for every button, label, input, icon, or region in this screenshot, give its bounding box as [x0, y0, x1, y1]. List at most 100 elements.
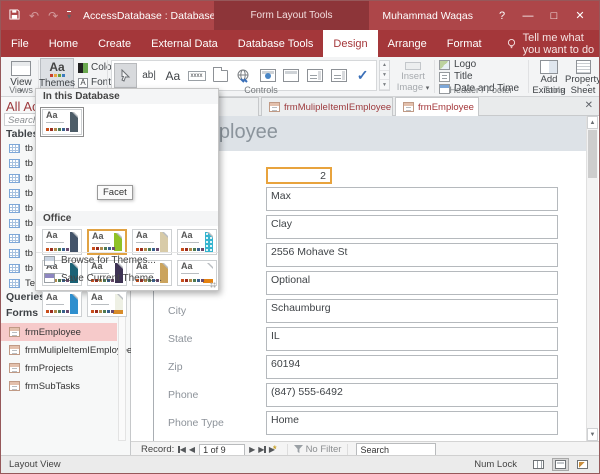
lightbulb-icon: [506, 38, 517, 49]
user-name[interactable]: Muhammad Waqas: [382, 10, 473, 22]
quick-access-toolbar: ↶ ↷ ▾: [9, 1, 71, 30]
form-field-value[interactable]: Clay: [266, 215, 558, 239]
form-icon: [9, 381, 20, 391]
nav-form-item[interactable]: frmProjects: [1, 359, 117, 377]
table-icon: [9, 279, 20, 288]
form-field-value[interactable]: Max: [266, 187, 558, 211]
next-record-icon[interactable]: ▶: [249, 446, 255, 454]
logo-button[interactable]: Logo: [439, 59, 476, 70]
scrollbar-thumb[interactable]: [588, 130, 597, 178]
first-record-icon[interactable]: ◀: [178, 446, 186, 454]
minimize-button[interactable]: —: [515, 1, 541, 30]
form-view-button[interactable]: [530, 458, 547, 471]
nav-form-item[interactable]: frmMulipleItemIEmployee: [1, 341, 117, 359]
header-footer-group-label: Header / Footer: [436, 85, 526, 95]
doc-tab[interactable]: frmEmployee: [395, 97, 479, 116]
table-icon: [9, 234, 20, 243]
ribbon-tab-create[interactable]: Create: [88, 30, 141, 57]
scroll-down-icon[interactable]: ▼: [587, 428, 598, 441]
save-theme-icon: [44, 273, 55, 283]
gallery-scroll-up-icon[interactable]: ▲: [380, 61, 389, 71]
forms-list: frmEmployeefrmMulipleItemIEmployeefrmPro…: [1, 323, 117, 395]
save-icon[interactable]: [9, 7, 20, 25]
theme-card[interactable]: Aa: [87, 291, 127, 317]
ribbon-tab-arrange[interactable]: Arrange: [378, 30, 437, 57]
queries-section-header[interactable]: Queries: [6, 291, 45, 303]
record-position[interactable]: 1 of 9: [199, 444, 245, 456]
theme-card[interactable]: Aa: [42, 291, 82, 317]
scroll-up-icon[interactable]: ▲: [587, 116, 598, 129]
theme-card[interactable]: Aa: [42, 109, 82, 135]
form-icon: [9, 345, 20, 355]
ribbon-tab-design[interactable]: Design: [323, 30, 377, 57]
form-icon: [403, 102, 414, 112]
table-icon: [9, 144, 20, 153]
table-icon: [9, 159, 20, 168]
redo-icon[interactable]: ↷: [48, 10, 58, 22]
status-bar: Layout View Num Lock: [1, 455, 599, 473]
close-document-icon[interactable]: ✕: [585, 100, 593, 111]
table-icon: [9, 219, 20, 228]
table-icon: [9, 174, 20, 183]
property-sheet-icon: [576, 60, 591, 74]
ribbon-tab-home[interactable]: Home: [39, 30, 88, 57]
in-this-database-header: In this Database: [36, 89, 218, 104]
table-icon: [9, 204, 20, 213]
doc-tab[interactable]: frmMulipleItemIEmployee: [261, 97, 393, 116]
close-button[interactable]: ✕: [567, 1, 593, 30]
undo-icon[interactable]: ↶: [29, 10, 39, 22]
form-field-value[interactable]: IL: [266, 327, 558, 351]
help-button[interactable]: ?: [489, 1, 515, 30]
ribbon-tab-file[interactable]: File: [1, 30, 39, 57]
nav-form-item[interactable]: frmEmployee: [1, 323, 117, 341]
logo-icon: [439, 60, 450, 70]
form-field-value[interactable]: Optional: [266, 271, 558, 295]
num-lock-label: Num Lock: [474, 459, 517, 470]
title-icon: [439, 72, 450, 82]
title-bar: ↶ ↷ ▾ AccessDatabase : Database- C:\User…: [1, 1, 599, 30]
ribbon-tab-database-tools[interactable]: Database Tools: [228, 30, 324, 57]
form-icon: [9, 363, 20, 373]
table-icon: [9, 264, 20, 273]
filter-icon: [294, 445, 303, 454]
form-icon: [9, 327, 20, 337]
last-record-icon[interactable]: ▶: [258, 446, 266, 454]
layout-view-button[interactable]: [552, 458, 569, 471]
tables-section-header[interactable]: Tables: [6, 128, 38, 140]
access-window: ↶ ↷ ▾ AccessDatabase : Database- C:\User…: [0, 0, 600, 474]
dropdown-resize-grip[interactable]: [210, 282, 216, 288]
form-field-value[interactable]: Home: [266, 411, 558, 435]
title-button[interactable]: Title: [439, 71, 473, 82]
status-view-label: Layout View: [9, 459, 61, 470]
nav-form-item[interactable]: frmSubTasks: [1, 377, 117, 395]
browse-for-themes-item[interactable]: Browse for Themes...: [36, 252, 218, 268]
fonts-icon: A: [78, 78, 88, 88]
nav-pane-title: All Ac: [6, 99, 39, 114]
previous-record-icon[interactable]: ◀: [189, 446, 195, 454]
no-filter-button[interactable]: No Filter: [287, 444, 349, 456]
customize-qat-icon[interactable]: ▾: [67, 11, 71, 21]
themes-icon: Aa: [49, 61, 64, 73]
form-field-value[interactable]: (847) 555-6492: [266, 383, 558, 407]
new-record-icon[interactable]: ▶*: [269, 445, 277, 454]
view-icon: [11, 61, 31, 76]
form-field-value[interactable]: Schaumburg: [266, 299, 558, 323]
forms-section-header[interactable]: Forms: [6, 307, 38, 319]
form-vertical-scrollbar[interactable]: ▲ ▼: [586, 116, 598, 441]
collapse-ribbon-icon[interactable]: ⌃: [585, 83, 592, 92]
ribbon-tab-format[interactable]: Format: [437, 30, 492, 57]
gallery-scroll-down-icon[interactable]: ▼: [380, 71, 389, 81]
ribbon-tabs: FileHomeCreateExternal DataDatabase Tool…: [1, 30, 492, 57]
tell-me-box[interactable]: Tell me what you want to do: [506, 30, 599, 57]
ribbon-tab-external-data[interactable]: External Data: [141, 30, 228, 57]
design-view-button[interactable]: [574, 458, 591, 471]
form-field-label: Phone: [168, 389, 198, 401]
add-fields-icon: [540, 60, 558, 74]
form-field-id[interactable]: 2: [266, 167, 332, 184]
table-icon: [9, 189, 20, 198]
save-current-theme-item[interactable]: Save Current Theme...: [36, 270, 218, 286]
form-field-value[interactable]: 60194: [266, 355, 558, 379]
maximize-button[interactable]: □: [541, 1, 567, 30]
form-field-value[interactable]: 2556 Mohave St: [266, 243, 558, 267]
contextual-tools-label: Form Layout Tools: [214, 1, 369, 30]
